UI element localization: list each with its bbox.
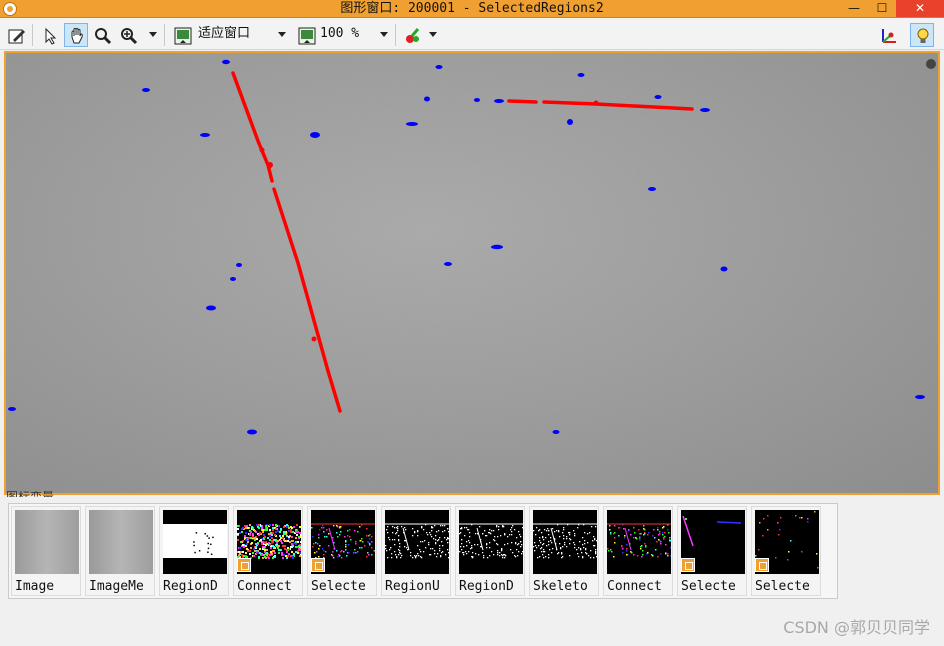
thumbnail-7[interactable]: Skeleto <box>529 506 599 596</box>
title-bar: 图形窗口: 200001 - SelectedRegions2 — ☐ ✕ <box>0 0 944 18</box>
fit-window-label[interactable]: 适应窗口 <box>198 26 250 42</box>
thumbnail-label: Connect <box>237 580 292 594</box>
thumbnail-image <box>163 510 227 574</box>
magnifier-icon[interactable] <box>90 23 114 47</box>
thumbnail-label: ImageMe <box>89 580 144 594</box>
color-brush-icon[interactable] <box>400 23 424 47</box>
region-overlay <box>6 53 938 493</box>
thumbnail-label: RegionD <box>163 580 218 594</box>
tuple-badge-icon <box>237 558 251 572</box>
toolbar: 适应窗口 100 % <box>0 18 944 50</box>
color-dropdown-arrow-icon[interactable] <box>429 32 437 37</box>
zoom-value-dropdown-arrow-icon[interactable] <box>380 32 388 37</box>
thumbnail-label: Skeleto <box>533 580 588 594</box>
thumbnail-label: Selecte <box>755 580 810 594</box>
variable-panel: 图标变量 Image ImageMe RegionD Connect Selecte Re… <box>0 491 944 646</box>
edit-icon[interactable] <box>4 23 28 47</box>
graphics-canvas[interactable] <box>4 51 940 495</box>
thumbnail-label: Connect <box>607 580 662 594</box>
fit-dropdown-arrow-icon[interactable] <box>278 32 286 37</box>
surface-texture <box>6 53 938 493</box>
thumbnail-1[interactable]: ImageMe <box>85 506 155 596</box>
thumbnail-label: Selecte <box>681 580 736 594</box>
thumbnail-label: RegionD <box>459 580 514 594</box>
red-defect-segment <box>507 99 538 104</box>
thumbnail-image <box>533 510 597 574</box>
thumbnail-image <box>459 510 523 574</box>
thumbnail-0[interactable]: Image <box>11 506 81 596</box>
thumbnail-strip: Image ImageMe RegionD Connect Selecte RegionU… <box>8 503 838 599</box>
toolbar-separator <box>164 24 165 46</box>
maximize-button[interactable]: ☐ <box>868 0 896 17</box>
panel-header: 图标变量 <box>6 491 54 497</box>
toolbar-separator <box>32 24 33 46</box>
thumbnail-3[interactable]: Connect <box>233 506 303 596</box>
zoom-in-icon[interactable] <box>116 23 140 47</box>
pointer-icon[interactable] <box>38 23 62 47</box>
thumbnail-2[interactable]: RegionD <box>159 506 229 596</box>
thumbnail-label: Selecte <box>311 580 366 594</box>
thumbnail-5[interactable]: RegionU <box>381 506 451 596</box>
close-button[interactable]: ✕ <box>896 0 944 17</box>
thumbnail-image <box>607 510 671 574</box>
thumbnail-9[interactable]: Selecte <box>677 506 747 596</box>
fit-window-icon[interactable] <box>170 23 194 47</box>
lightbulb-icon[interactable] <box>910 23 934 47</box>
thumbnail-10[interactable]: Selecte <box>751 506 821 596</box>
minimize-button[interactable]: — <box>840 0 868 17</box>
thumbnail-label: Image <box>15 580 55 594</box>
thumbnail-label: RegionU <box>385 580 440 594</box>
thumbnail-image <box>15 510 79 574</box>
zoom-fit-icon[interactable] <box>294 23 318 47</box>
axes-icon[interactable] <box>876 23 900 47</box>
thumbnail-4[interactable]: Selecte <box>307 506 377 596</box>
thumbnail-image <box>385 510 449 574</box>
window-title: 图形窗口: 200001 - SelectedRegions2 <box>340 1 604 16</box>
tuple-badge-icon <box>681 558 695 572</box>
hand-icon[interactable] <box>64 23 88 47</box>
tuple-badge-icon <box>311 558 325 572</box>
thumbnail-8[interactable]: Connect <box>603 506 673 596</box>
thumbnail-image <box>89 510 153 574</box>
watermark: CSDN @郭贝贝同学 <box>783 618 930 637</box>
thumbnail-6[interactable]: RegionD <box>455 506 525 596</box>
tuple-badge-icon <box>755 558 769 572</box>
canvas-close-icon[interactable] <box>926 59 936 69</box>
zoom-value[interactable]: 100 % <box>320 26 359 42</box>
zoom-dropdown-arrow-icon[interactable] <box>149 32 157 37</box>
toolbar-separator <box>395 24 396 46</box>
